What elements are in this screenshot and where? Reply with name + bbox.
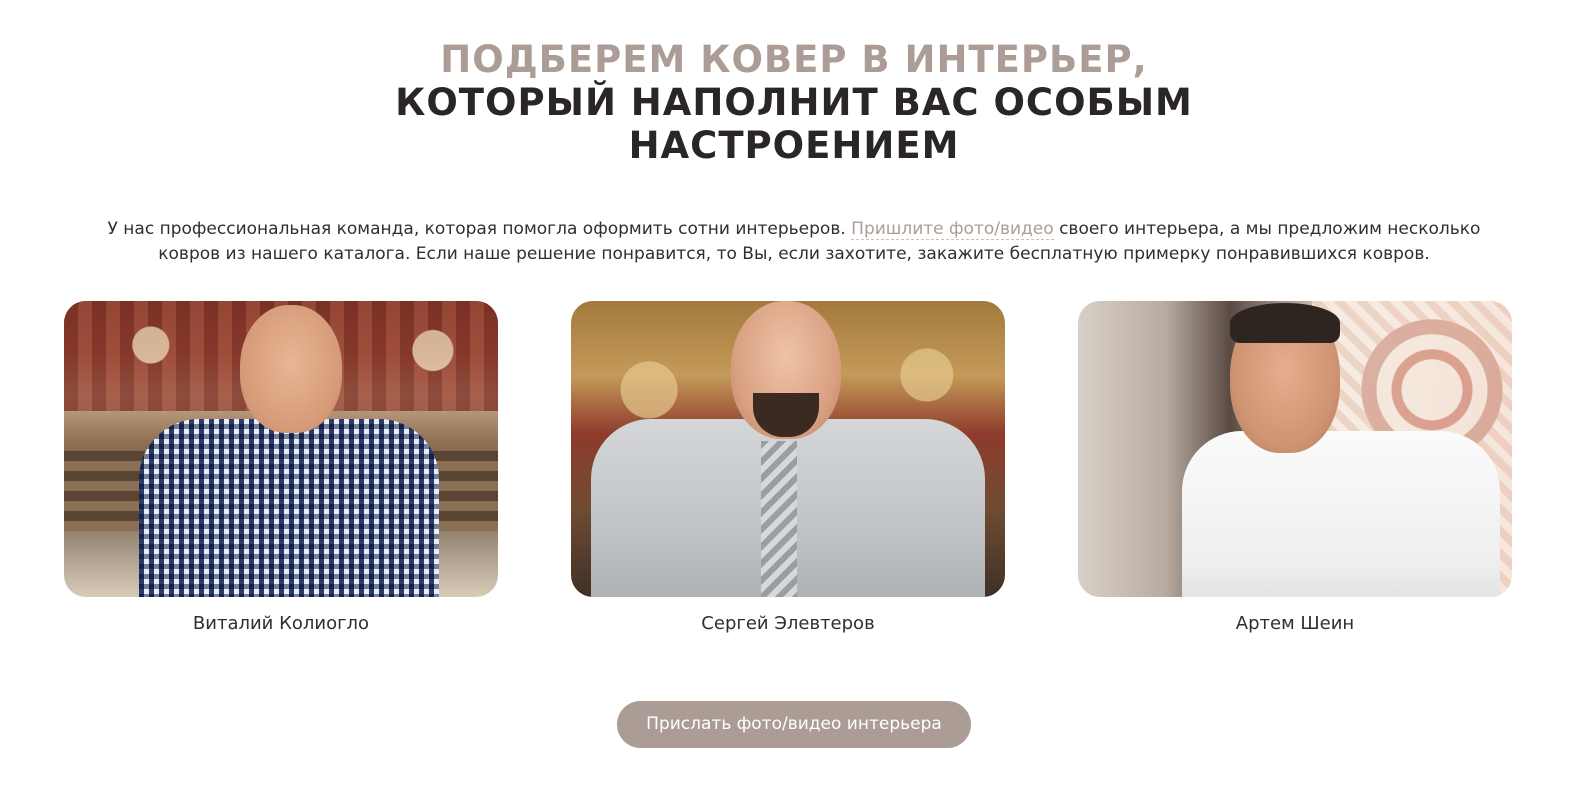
section-heading: ПОДБЕРЕМ КОВЕР В ИНТЕРЬЕР, КОТОРЫЙ НАПОЛ… (0, 38, 1588, 167)
team-member-name: Артем Шеин (1235, 613, 1355, 634)
team-member-card: Сергей Элевтеров (571, 301, 1005, 634)
intro-text-before: У нас профессиональная команда, которая … (107, 219, 852, 239)
team-member-card: Артем Шеин (1078, 301, 1512, 634)
person-figure (64, 301, 498, 597)
team-member-name: Сергей Элевтеров (701, 613, 875, 634)
person-figure (1078, 301, 1512, 597)
heading-line-accent: ПОДБЕРЕМ КОВЕР В ИНТЕРЬЕР, (440, 38, 1148, 81)
team-list: Виталий Колиогло Сергей Элевтеров Артем … (0, 301, 1588, 641)
team-member-name: Виталий Колиогло (192, 613, 370, 634)
send-photo-link[interactable]: Пришлите фото/видео (851, 219, 1054, 240)
send-photo-video-button[interactable]: Прислать фото/видео интерьера (617, 701, 971, 748)
team-member-photo (64, 301, 498, 597)
cta-container: Прислать фото/видео интерьера (0, 701, 1588, 748)
intro-paragraph: У нас профессиональная команда, которая … (80, 217, 1508, 267)
heading-line-3: НАСТРОЕНИЕМ (628, 124, 960, 167)
person-figure (571, 301, 1005, 597)
team-member-photo (571, 301, 1005, 597)
page: ПОДБЕРЕМ КОВЕР В ИНТЕРЬЕР, КОТОРЫЙ НАПОЛ… (0, 0, 1588, 796)
team-member-photo (1078, 301, 1512, 597)
team-member-card: Виталий Колиогло (64, 301, 498, 634)
heading-line-2: КОТОРЫЙ НАПОЛНИТ ВАС ОСОБЫМ (395, 81, 1193, 124)
